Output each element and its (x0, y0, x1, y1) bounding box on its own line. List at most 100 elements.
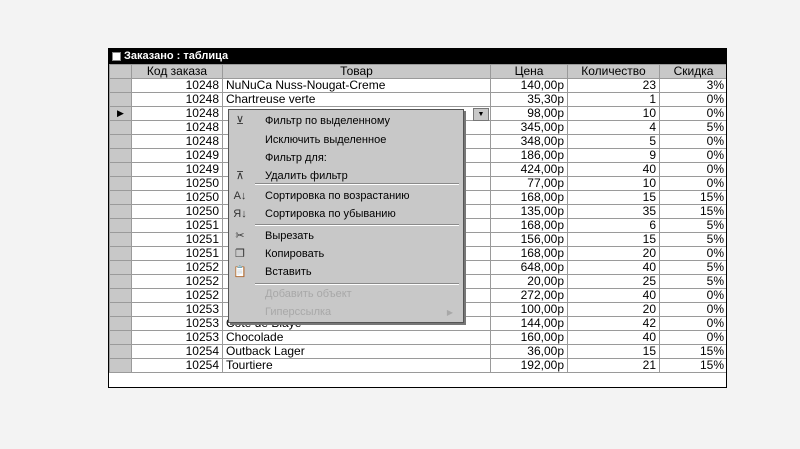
menu-item-0[interactable]: ⊻ Фильтр по выделенному (229, 113, 463, 130)
column-header-order-id[interactable]: Код заказа (131, 64, 223, 79)
select-all-corner[interactable] (109, 64, 132, 79)
row-selector[interactable] (109, 190, 132, 205)
cell-quantity[interactable]: 25 (567, 274, 660, 289)
cell-order-id[interactable]: 10251 (131, 246, 223, 261)
cell-order-id[interactable]: 10254 (131, 344, 223, 359)
cell-quantity[interactable]: 21 (567, 358, 660, 373)
cell-discount[interactable]: 0% (659, 176, 726, 191)
cell-price[interactable]: 272,00р (490, 288, 568, 303)
window-system-icon[interactable] (112, 52, 121, 61)
cell-price[interactable]: 168,00р (490, 190, 568, 205)
row-selector[interactable] (109, 260, 132, 275)
column-header-discount[interactable]: Скидка (659, 64, 726, 79)
cell-quantity[interactable]: 20 (567, 246, 660, 261)
cell-quantity[interactable]: 42 (567, 316, 660, 331)
cell-quantity[interactable]: 1 (567, 92, 660, 107)
cell-price[interactable]: 160,00р (490, 330, 568, 345)
menu-item-6[interactable]: ✂ Вырезать (229, 228, 463, 245)
cell-order-id[interactable]: 10248 (131, 92, 223, 107)
cell-price[interactable]: 648,00р (490, 260, 568, 275)
cell-price[interactable]: 135,00р (490, 204, 568, 219)
cell-price[interactable]: 35,30р (490, 92, 568, 107)
table-row[interactable]: 10248 NuNuCa Nuss-Nougat-Creme 140,00р 23 3% (109, 78, 726, 93)
cell-discount[interactable]: 0% (659, 106, 726, 121)
cell-price[interactable]: 36,00р (490, 344, 568, 359)
cell-order-id[interactable]: 10250 (131, 176, 223, 191)
row-selector[interactable] (109, 302, 132, 317)
row-selector[interactable] (109, 274, 132, 289)
cell-discount[interactable]: 15% (659, 190, 726, 205)
cell-quantity[interactable]: 40 (567, 288, 660, 303)
menu-item-7[interactable]: ❐ Копировать (229, 246, 463, 263)
row-selector[interactable] (109, 176, 132, 191)
cell-product[interactable]: Outback Lager (222, 344, 491, 359)
menu-item-2[interactable]: Фильтр для: (229, 150, 463, 167)
row-selector[interactable]: ▶ (109, 106, 132, 121)
cell-price[interactable]: 168,00р (490, 218, 568, 233)
row-selector[interactable] (109, 232, 132, 247)
row-selector[interactable] (109, 330, 132, 345)
cell-discount[interactable]: 5% (659, 218, 726, 233)
table-row[interactable]: 10248 Chartreuse verte 35,30р 1 0% (109, 92, 726, 107)
cell-price[interactable]: 144,00р (490, 316, 568, 331)
cell-order-id[interactable]: 10248 (131, 106, 223, 121)
cell-quantity[interactable]: 9 (567, 148, 660, 163)
cell-order-id[interactable]: 10252 (131, 260, 223, 275)
cell-price[interactable]: 20,00р (490, 274, 568, 289)
cell-price[interactable]: 77,00р (490, 176, 568, 191)
row-selector[interactable] (109, 148, 132, 163)
cell-order-id[interactable]: 10248 (131, 120, 223, 135)
menu-item-5[interactable]: Я↓ Сортировка по убыванию (229, 206, 463, 223)
menu-item-8[interactable]: 📋 Вставить (229, 264, 463, 281)
cell-order-id[interactable]: 10251 (131, 218, 223, 233)
cell-quantity[interactable]: 35 (567, 204, 660, 219)
cell-order-id[interactable]: 10249 (131, 148, 223, 163)
column-header-product[interactable]: Товар (222, 64, 491, 79)
row-selector[interactable] (109, 358, 132, 373)
cell-quantity[interactable]: 10 (567, 106, 660, 121)
row-selector[interactable] (109, 162, 132, 177)
cell-quantity[interactable]: 40 (567, 330, 660, 345)
cell-discount[interactable]: 15% (659, 358, 726, 373)
cell-order-id[interactable]: 10253 (131, 316, 223, 331)
cell-discount[interactable]: 0% (659, 134, 726, 149)
menu-item-4[interactable]: A↓ Сортировка по возрастанию (229, 188, 463, 205)
menu-item-1[interactable]: Исключить выделенное (229, 132, 463, 149)
cell-discount[interactable]: 0% (659, 288, 726, 303)
cell-product[interactable]: Chartreuse verte (222, 92, 491, 107)
cell-product[interactable]: Tourtiere (222, 358, 491, 373)
cell-price[interactable]: 140,00р (490, 78, 568, 93)
cell-order-id[interactable]: 10252 (131, 288, 223, 303)
cell-discount[interactable]: 0% (659, 330, 726, 345)
row-selector[interactable] (109, 92, 132, 107)
cell-order-id[interactable]: 10253 (131, 330, 223, 345)
cell-price[interactable]: 100,00р (490, 302, 568, 317)
cell-discount[interactable]: 15% (659, 344, 726, 359)
cell-discount[interactable]: 15% (659, 204, 726, 219)
table-row[interactable]: 10253 Chocolade 160,00р 40 0% (109, 330, 726, 345)
cell-discount[interactable]: 0% (659, 148, 726, 163)
cell-discount[interactable]: 0% (659, 162, 726, 177)
cell-quantity[interactable]: 4 (567, 120, 660, 135)
row-selector[interactable] (109, 218, 132, 233)
cell-quantity[interactable]: 5 (567, 134, 660, 149)
cell-price[interactable]: 348,00р (490, 134, 568, 149)
cell-price[interactable]: 424,00р (490, 162, 568, 177)
menu-item-9[interactable]: Добавить объект (229, 286, 463, 303)
cell-order-id[interactable]: 10252 (131, 274, 223, 289)
cell-product[interactable]: NuNuCa Nuss-Nougat-Creme (222, 78, 491, 93)
cell-quantity[interactable]: 10 (567, 176, 660, 191)
cell-discount[interactable]: 0% (659, 316, 726, 331)
row-selector[interactable] (109, 204, 132, 219)
table-row[interactable]: 10254 Outback Lager 36,00р 15 15% (109, 344, 726, 359)
cell-discount[interactable]: 0% (659, 246, 726, 261)
window-titlebar[interactable]: Заказано : таблица (109, 49, 726, 64)
cell-quantity[interactable]: 6 (567, 218, 660, 233)
menu-item-10[interactable]: Гиперссылка ▶ (229, 304, 463, 321)
cell-discount[interactable]: 0% (659, 302, 726, 317)
row-selector[interactable] (109, 344, 132, 359)
row-selector[interactable] (109, 134, 132, 149)
cell-price[interactable]: 186,00р (490, 148, 568, 163)
cell-product[interactable]: Chocolade (222, 330, 491, 345)
row-selector[interactable] (109, 120, 132, 135)
